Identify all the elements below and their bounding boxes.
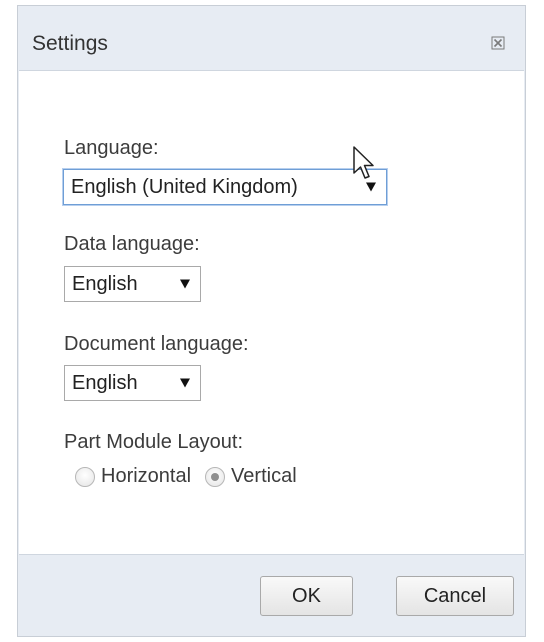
dropdown-arrow-icon	[180, 279, 190, 289]
radio-vertical[interactable]	[205, 466, 226, 487]
radio-horizontal[interactable]	[75, 466, 95, 487]
layout-radio-group: Horizontal Vertical	[75, 465, 311, 488]
cancel-button[interactable]: Cancel	[396, 576, 514, 616]
radio-horizontal-label[interactable]: Horizontal	[101, 465, 191, 488]
settings-content: Language: English (United Kingdom) Data …	[19, 70, 524, 555]
data-language-select[interactable]: English	[64, 266, 201, 302]
document-language-select-value: English	[72, 371, 138, 394]
dialog-titlebar: Settings	[18, 6, 525, 70]
data-language-select-value: English	[72, 272, 138, 295]
data-language-label: Data language:	[64, 233, 200, 255]
dropdown-arrow-icon	[366, 182, 376, 192]
part-module-layout-label: Part Module Layout:	[64, 431, 243, 453]
radio-vertical-label[interactable]: Vertical	[231, 465, 297, 488]
language-label: Language:	[64, 137, 159, 159]
document-language-label: Document language:	[64, 333, 249, 355]
language-select[interactable]: English (United Kingdom)	[63, 169, 387, 205]
close-icon[interactable]	[491, 36, 505, 50]
ok-button[interactable]: OK	[260, 576, 353, 616]
language-select-value: English (United Kingdom)	[71, 175, 298, 198]
mouse-cursor-icon	[352, 145, 378, 181]
dropdown-arrow-icon	[180, 378, 190, 388]
document-language-select[interactable]: English	[64, 365, 201, 401]
settings-dialog: Settings Language: English (United Kingd…	[17, 5, 526, 637]
dialog-title: Settings	[32, 32, 108, 55]
